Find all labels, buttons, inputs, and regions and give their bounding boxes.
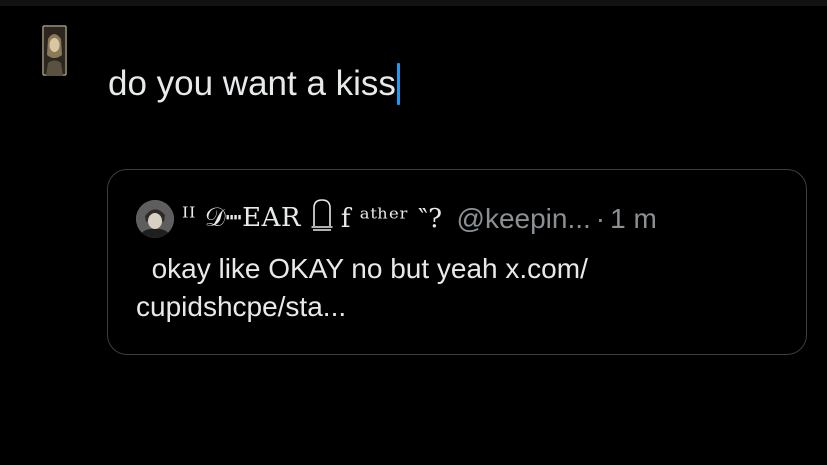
quoted-display-name[interactable]: ᴵᴵ 𝒟┉EAR f ᵃᵗʰᵉʳ ‶? — [182, 198, 443, 239]
user-avatar-photo-icon — [42, 25, 67, 76]
text-caret — [396, 63, 400, 105]
composer-avatar[interactable] — [42, 25, 67, 76]
quoted-post-text: okay like OKAY no but yeah x.com/ cupids… — [136, 253, 588, 322]
separator-dot: · — [595, 202, 606, 234]
compose-text: do you want a kiss — [108, 64, 396, 103]
quoted-post-card[interactable]: ᴵᴵ 𝒟┉EAR f ᵃᵗʰᵉʳ ‶? @keepin... · 1 m oka… — [107, 169, 807, 355]
quoted-post-header: ᴵᴵ 𝒟┉EAR f ᵃᵗʰᵉʳ ‶? @keepin... · 1 m — [136, 198, 657, 239]
quoted-timestamp[interactable]: 1 m — [610, 203, 657, 235]
compose-input[interactable]: do you want a kiss — [108, 62, 400, 106]
quoted-handle[interactable]: @keepin... — [457, 203, 591, 235]
quoted-user-avatar[interactable] — [136, 199, 174, 238]
display-name-part-1: ᴵᴵ 𝒟┉EAR — [182, 203, 301, 233]
quoted-user-avatar-photo-icon — [136, 199, 174, 238]
display-name-part-2: f ᵃᵗʰᵉʳ ‶? — [340, 203, 443, 234]
tombstone-icon — [311, 198, 333, 239]
top-divider — [0, 0, 827, 6]
